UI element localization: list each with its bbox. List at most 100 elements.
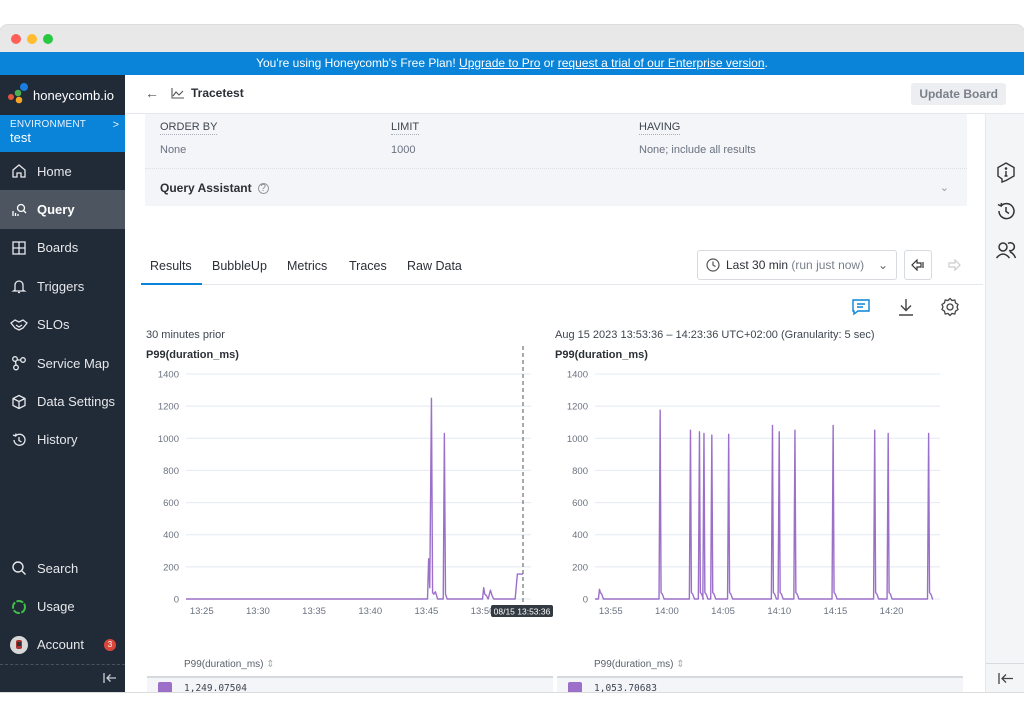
banner-text-or: or: [540, 56, 558, 70]
y-tick-label: 800: [572, 466, 588, 477]
environment-value: test: [10, 130, 31, 145]
sidebar-item-query[interactable]: Query: [0, 190, 125, 229]
legend-value: 1,053.70683: [594, 683, 657, 692]
top-bar: ← Tracetest Update Board: [125, 75, 1024, 114]
free-plan-banner: You're using Honeycomb's Free Plan! Upgr…: [0, 52, 1024, 75]
x-tick-label: 13:50: [471, 606, 495, 617]
sidebar-item-usage[interactable]: Usage: [0, 587, 125, 625]
y-tick-label: 800: [163, 466, 179, 477]
legend-column-header[interactable]: P99(duration_ms) ⇕: [184, 654, 275, 676]
sidebar-item-service-map[interactable]: Service Map: [0, 344, 125, 382]
sidebar-item-label: Triggers: [37, 278, 85, 294]
collapse-left-icon: [103, 673, 116, 683]
search-icon: [10, 559, 28, 577]
x-tick-label: 13:25: [190, 606, 214, 617]
legend-value: 1,249.07504: [184, 683, 247, 692]
notification-badge: 3: [103, 638, 116, 651]
sidebar-item-data-settings[interactable]: Data Settings: [0, 382, 125, 420]
x-tick-label: 13:30: [246, 606, 270, 617]
sidebar-item-account[interactable]: Account 3: [0, 626, 125, 664]
sidebar-item-slos[interactable]: SLOs: [0, 306, 125, 344]
sort-icon: ⇕: [266, 659, 275, 670]
y-tick-label: 200: [163, 562, 179, 573]
y-tick-label: 1000: [567, 434, 588, 445]
y-tick-label: 1200: [567, 402, 588, 413]
handshake-icon: [10, 316, 28, 334]
legend-column-header[interactable]: P99(duration_ms) ⇕: [594, 654, 685, 676]
sidebar-item-label: Usage: [37, 599, 75, 615]
sidebar-item-label: Boards: [37, 240, 79, 256]
x-tick-label: 14:20: [880, 606, 904, 617]
marker-label: 08/15 13:53:36: [494, 607, 551, 617]
cube-icon: [10, 393, 28, 411]
series-color-swatch: [158, 682, 172, 692]
minimize-window-button[interactable]: [27, 34, 37, 44]
y-tick-label: 200: [572, 562, 588, 573]
sort-icon: ⇕: [676, 659, 685, 670]
sidebar-item-label: Data Settings: [37, 394, 116, 410]
right-rail: [985, 114, 1024, 692]
sidebar-item-search[interactable]: Search: [0, 549, 125, 587]
bell-icon: [10, 277, 28, 295]
banner-text: You're using Honeycomb's Free Plan!: [256, 56, 460, 70]
upgrade-link[interactable]: Upgrade to Pro: [459, 56, 540, 70]
sidebar-item-boards[interactable]: Boards: [0, 229, 125, 267]
history-icon: [10, 431, 28, 449]
sidebar-nav: Home Query Boards Triggers SLOs Service …: [0, 152, 125, 459]
info-icon[interactable]: [995, 161, 1017, 183]
history-icon[interactable]: [995, 200, 1017, 222]
browser-window: You're using Honeycomb's Free Plan! Upgr…: [0, 25, 1024, 692]
sidebar-item-label: History: [37, 432, 78, 448]
sidebar-item-label: Home: [37, 163, 72, 179]
avatar: [10, 635, 28, 654]
charts-canvas[interactable]: 0 200 400 600 800 1000 1200 1400 13:25 13:30 13:35…: [125, 114, 985, 634]
sidebar-item-triggers[interactable]: Triggers: [0, 267, 125, 305]
y-tick-label: 600: [163, 498, 179, 509]
boards-icon: [10, 239, 28, 257]
collapse-rail-icon[interactable]: [998, 672, 1014, 685]
honeycomb-logo[interactable]: honeycomb.io: [0, 75, 125, 115]
honeycomb-logo-icon: [8, 83, 28, 104]
update-board-button[interactable]: Update Board: [911, 83, 1006, 105]
y-tick-label: 400: [163, 530, 179, 541]
sidebar-item-label: Account: [37, 637, 84, 653]
sidebar-item-home[interactable]: Home: [0, 152, 125, 190]
environment-selector[interactable]: ENVIRONMENT test >: [0, 115, 125, 152]
board-title-text: Tracetest: [191, 86, 244, 100]
sidebar: honeycomb.io ENVIRONMENT test > Home Que…: [0, 75, 125, 692]
series-line: [186, 397, 523, 600]
y-tick-label: 1400: [158, 370, 179, 381]
legend-row[interactable]: 1,053.70683: [557, 676, 963, 692]
y-tick-label: 1000: [158, 434, 179, 445]
maximize-window-button[interactable]: [43, 34, 53, 44]
y-tick-label: 0: [174, 595, 179, 606]
sidebar-item-history[interactable]: History: [0, 421, 125, 459]
x-tick-label: 13:55: [599, 606, 623, 617]
y-tick-label: 1400: [567, 370, 588, 381]
x-tick-label: 14:15: [824, 606, 848, 617]
environment-label: ENVIRONMENT: [10, 119, 87, 130]
collaborators-icon[interactable]: [995, 239, 1017, 261]
legend-row[interactable]: 1,249.07504: [147, 676, 553, 692]
close-window-button[interactable]: [11, 34, 21, 44]
service-map-icon: [10, 354, 28, 372]
board-title: Tracetest: [171, 86, 244, 100]
x-tick-label: 13:35: [302, 606, 326, 617]
rail-divider: [986, 663, 1024, 664]
sidebar-item-label: Service Map: [37, 355, 110, 371]
back-arrow-icon[interactable]: ←: [145, 85, 159, 101]
collapse-sidebar-button[interactable]: [0, 664, 125, 692]
y-tick-label: 0: [583, 595, 588, 606]
sidebar-item-label: SLOs: [37, 317, 70, 333]
usage-ring-icon: [10, 598, 28, 616]
y-tick-label: 600: [572, 498, 588, 509]
x-tick-label: 14:05: [711, 606, 735, 617]
line-chart-icon: [171, 88, 184, 99]
sidebar-bottom-nav: Search Usage Account 3: [0, 549, 125, 664]
x-tick-label: 13:45: [415, 606, 439, 617]
left-legend: P99(duration_ms) ⇕ 1,249.07504: [147, 654, 553, 692]
query-icon: [10, 201, 28, 219]
logo-text: honeycomb.io: [33, 87, 114, 103]
enterprise-trial-link[interactable]: request a trial of our Enterprise versio…: [558, 56, 765, 70]
chevron-right-icon: >: [112, 119, 119, 131]
